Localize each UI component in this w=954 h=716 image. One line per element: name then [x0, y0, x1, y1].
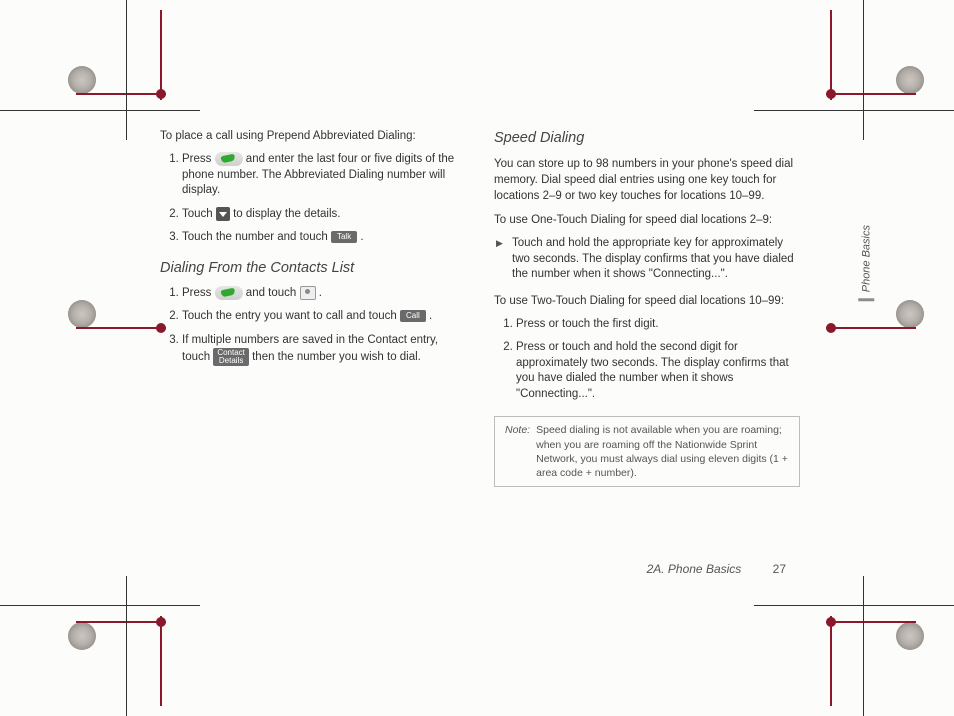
list-item: Press and enter the last four or five di… [182, 152, 466, 199]
call-button-icon: Call [400, 310, 426, 322]
two-touch-steps: Press or touch the first digit. Press or… [494, 317, 800, 403]
list-item: Press or touch the first digit. [516, 317, 800, 333]
section-heading: Speed Dialing [494, 130, 800, 146]
disc-icon [896, 622, 924, 650]
prepend-dialing-steps: Press and enter the last four or five di… [160, 152, 466, 246]
left-column: To place a call using Prepend Abbreviate… [160, 130, 466, 487]
section-label: 2A. Phone Basics [647, 562, 742, 576]
disc-icon [896, 66, 924, 94]
page-footer: 2A. Phone Basics 27 [647, 562, 786, 576]
list-item: Press or touch and hold the second digit… [516, 340, 800, 402]
disc-icon [68, 66, 96, 94]
list-item: Press and touch . [182, 286, 466, 302]
talk-button-icon: Talk [331, 231, 357, 243]
contacts-dialing-steps: Press and touch . Touch the entry you wa… [160, 286, 466, 367]
right-column: Speed Dialing You can store up to 98 num… [494, 130, 800, 487]
page-content: To place a call using Prepend Abbreviate… [160, 130, 800, 487]
intro-text: To place a call using Prepend Abbreviate… [160, 130, 466, 142]
note-label: Note: [505, 423, 530, 480]
section-heading: Dialing From the Contacts List [160, 260, 466, 276]
disc-icon [896, 300, 924, 328]
disc-icon [68, 300, 96, 328]
one-touch-steps: Touch and hold the appropriate key for a… [494, 236, 800, 283]
list-item: If multiple numbers are saved in the Con… [182, 333, 466, 367]
disc-icon [68, 622, 96, 650]
list-item: Touch to display the details. [182, 207, 466, 223]
list-item: Touch the entry you want to call and tou… [182, 309, 466, 325]
body-text: You can store up to 98 numbers in your p… [494, 156, 800, 204]
dropdown-icon [216, 207, 230, 221]
subheading: To use Two-Touch Dialing for speed dial … [494, 295, 800, 307]
call-key-icon [215, 286, 243, 300]
call-key-icon [215, 152, 243, 166]
list-item: Touch the number and touch Talk . [182, 230, 466, 246]
subheading: To use One-Touch Dialing for speed dial … [494, 214, 800, 226]
contacts-icon [300, 286, 316, 300]
contact-details-button-icon: Contact Details [213, 348, 249, 366]
note-text: Speed dialing is not available when you … [536, 423, 789, 480]
page-number: 27 [773, 562, 786, 576]
note-box: Note: Speed dialing is not available whe… [494, 416, 800, 487]
side-tab: Phone Basics [858, 225, 874, 301]
list-item: Touch and hold the appropriate key for a… [512, 236, 800, 283]
